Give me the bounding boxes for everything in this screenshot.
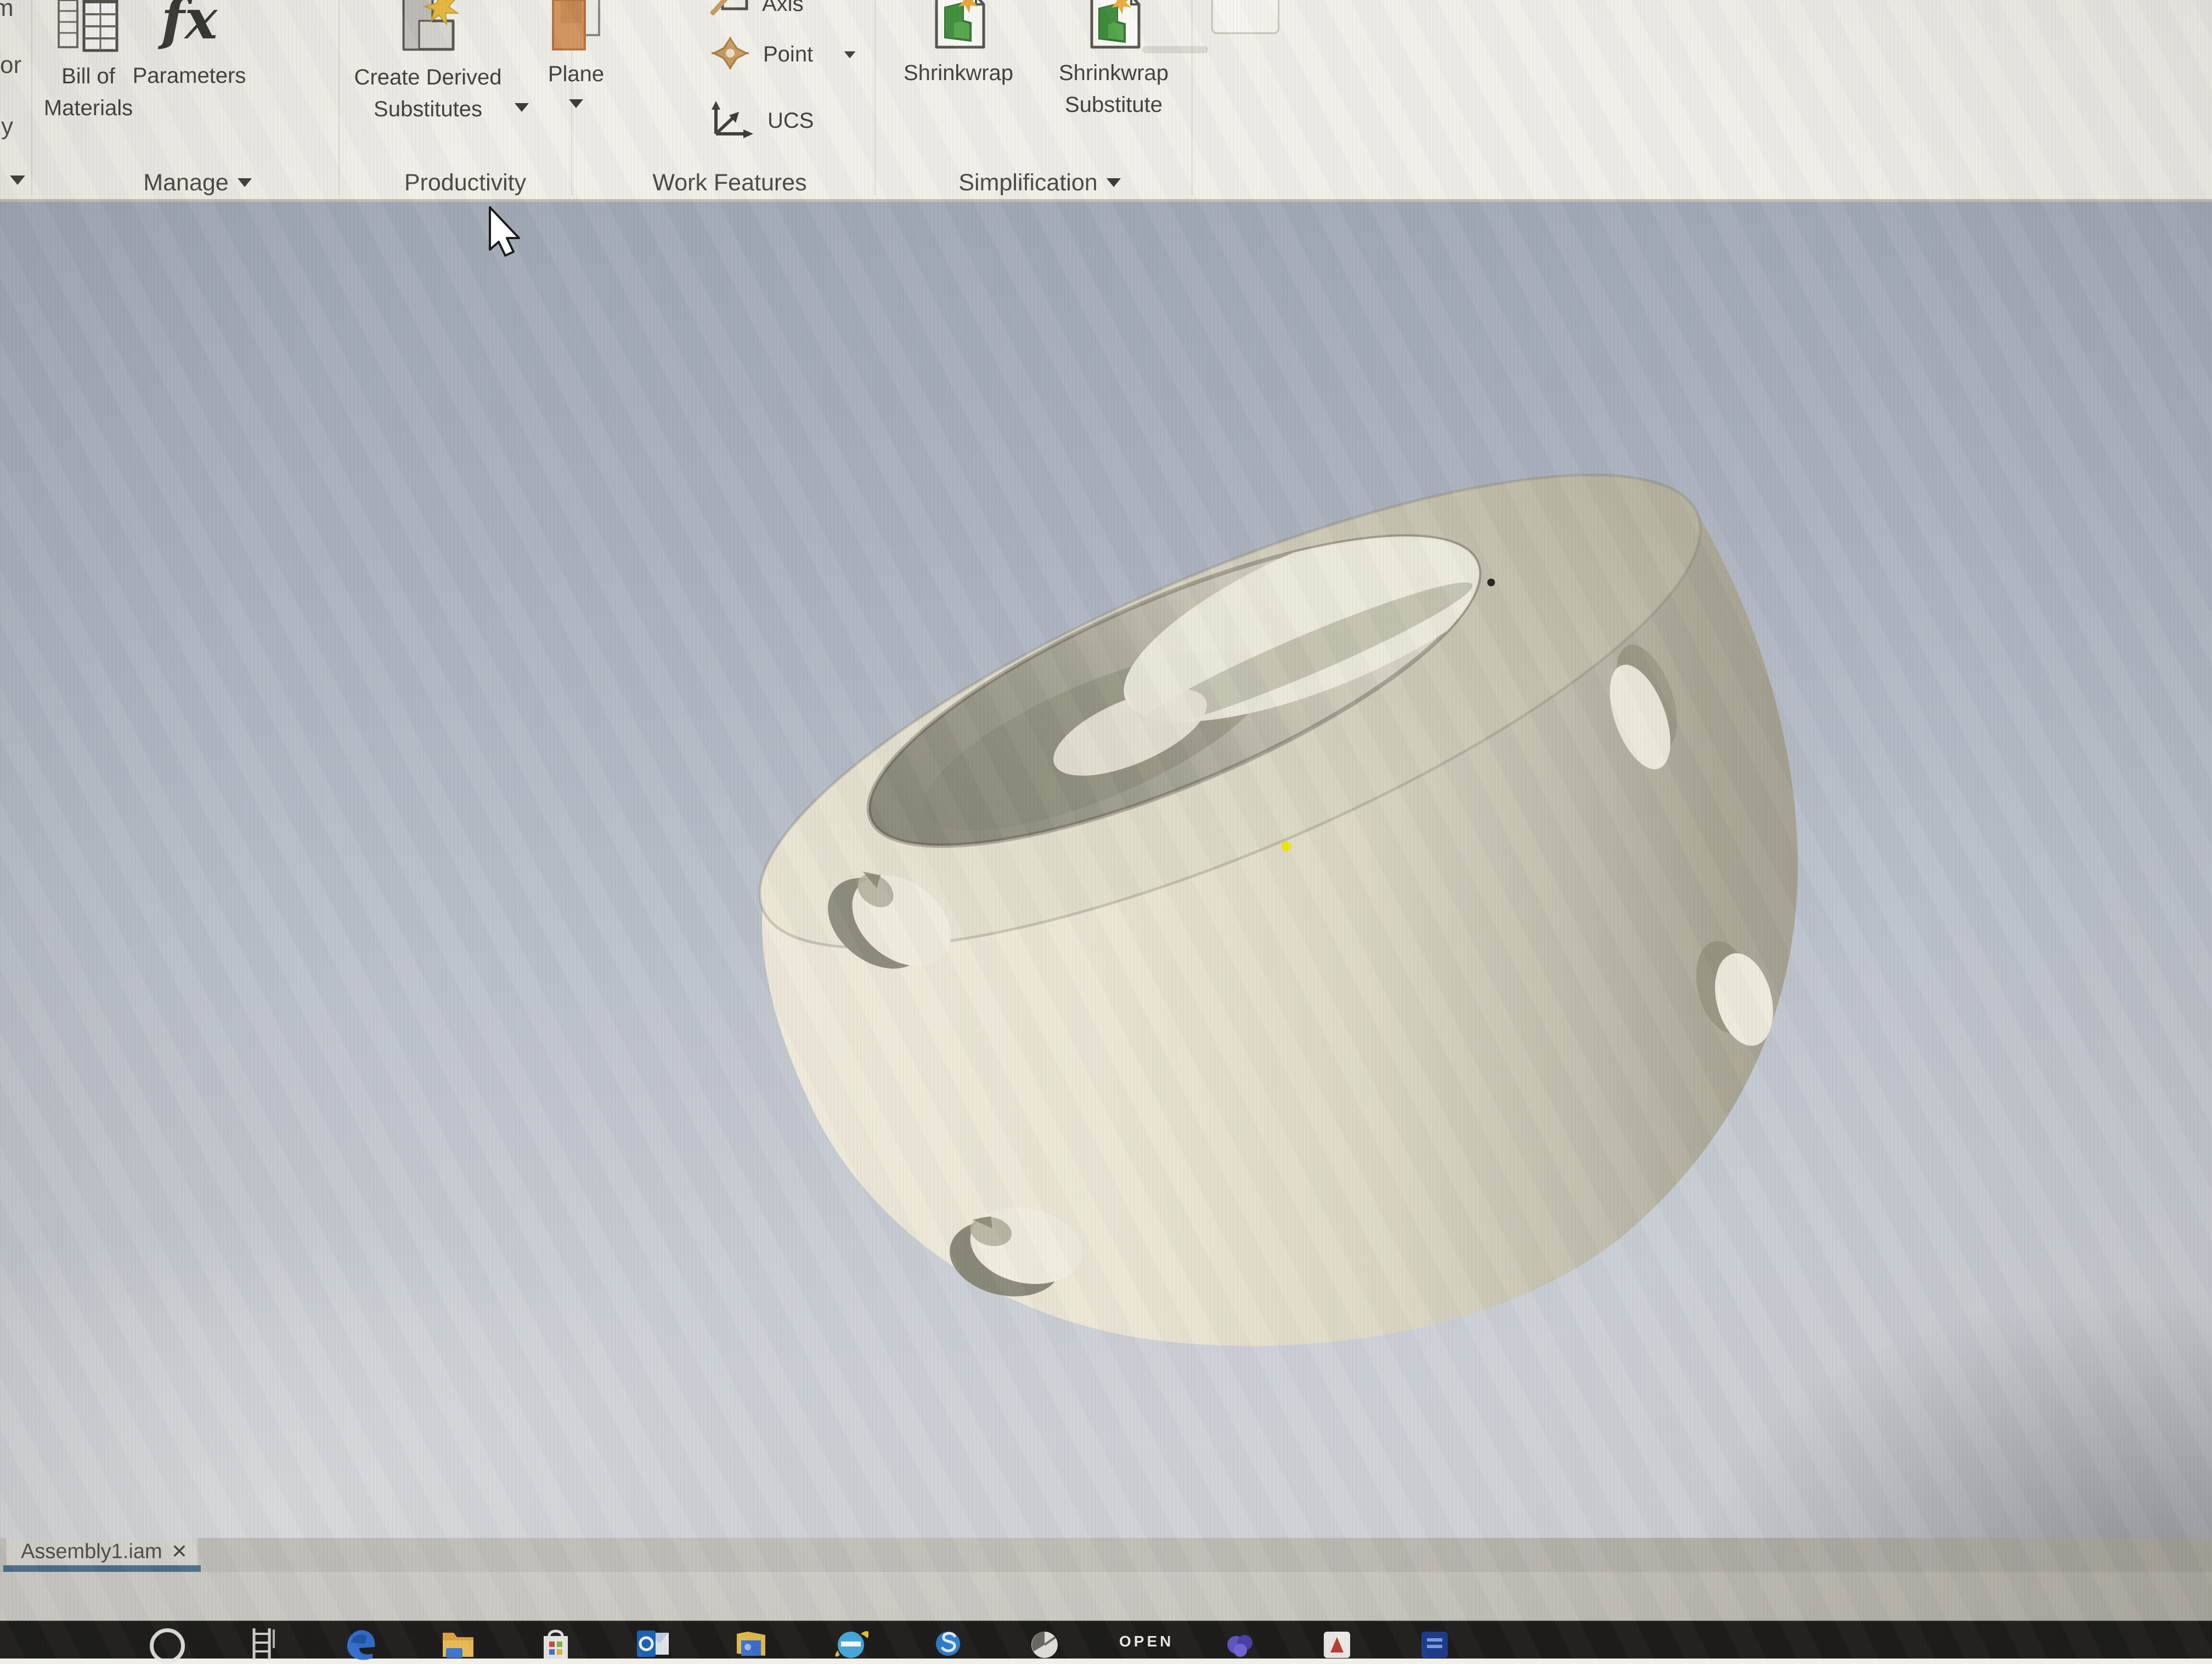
faint-text-smudge [1142,46,1208,53]
button-label: Substitute [1065,87,1163,122]
edge-app-icon[interactable] [343,1626,378,1661]
axis-icon [710,0,749,18]
cylinder-part-render[interactable] [0,201,2212,1538]
dark-blue-app-icon[interactable] [1417,1626,1452,1661]
document-tab-strip: Assembly1.iam ✕ [0,1538,2212,1572]
button-label: Parameters [133,58,246,93]
plane-button[interactable]: Plane [535,0,617,108]
white-red-app-icon[interactable] [1319,1626,1355,1661]
windows-taskbar: OPEN [0,1621,2212,1659]
button-label: UCS [768,109,814,133]
open-app-tile[interactable]: OPEN [1119,1633,1173,1650]
point-button[interactable]: Point [710,36,857,73]
point-dropdown-icon[interactable] [844,51,856,58]
button-label: Shrinkwrap [904,55,1013,90]
fx-icon: fx [161,0,218,49]
outlook-icon[interactable] [636,1626,671,1661]
skype-app-icon[interactable] [930,1626,966,1661]
ucs-button[interactable]: UCS [708,101,814,141]
parameters-button[interactable]: fx Parameters [137,0,241,93]
task-view-icon[interactable] [245,1626,280,1661]
group-label: Productivity [404,169,526,196]
file-explorer-icon[interactable] [441,1626,476,1661]
point-icon [710,36,750,73]
microsoft-store-icon[interactable] [538,1626,573,1661]
shrinkwrap-substitute-icon [1084,0,1143,55]
button-label: Plane [548,56,604,92]
cropped-label-fragment: y [1,113,13,140]
ucs-icon [708,101,754,141]
ribbon-group-work-features: Work Features [636,168,823,197]
shrinkwrap-icon [929,0,988,55]
button-label: Materials [44,90,133,126]
active-tab-underline [3,1565,201,1572]
ribbon-group-productivity: Productivity [391,168,539,197]
chevron-down-icon[interactable] [10,176,25,185]
pie-dial-icon[interactable] [1027,1626,1062,1661]
create-derived-substitutes-button[interactable]: Create Derived Substitutes [351,0,505,127]
button-label: Point [763,42,813,67]
plane-dropdown-icon[interactable] [569,99,583,108]
ribbon-separator [338,0,340,195]
button-label: Bill of [61,59,115,94]
group-label: Simplification [958,169,1097,196]
cylinder-part[interactable] [708,384,1798,1346]
group-label: Manage [143,169,228,196]
ribbon-separator [1192,0,1193,195]
shrinkwrap-button[interactable]: Shrinkwrap [884,0,1032,90]
cropped-ribbon-button[interactable] [1211,0,1279,34]
button-label: Substitutes [374,92,482,127]
tab-close-icon[interactable]: ✕ [171,1540,188,1563]
ribbon-group-simplification[interactable]: Simplification [930,168,1149,197]
purple-app-icon[interactable] [1222,1626,1257,1661]
manage-dropdown-icon[interactable] [238,178,252,187]
button-label: Create Derived [354,60,501,95]
selection-dot [1282,841,1291,851]
ribbon-bottom-border [0,199,2212,202]
create-derived-dropdown-icon[interactable] [515,103,529,112]
simplification-dropdown-icon[interactable] [1107,178,1121,187]
internet-explorer-icon[interactable] [833,1626,868,1661]
derived-substitute-icon [394,0,462,60]
cropped-label-fragment: m [0,0,14,22]
status-strip [0,1572,2212,1621]
ribbon-group-manage[interactable]: Manage [123,168,272,197]
ribbon: m or y Bill of Materials fx Pa [0,0,2212,201]
group-label: Work Features [652,169,806,196]
vertex-dot [1487,579,1495,586]
button-label: Shrinkwrap [1059,55,1169,90]
shrinkwrap-substitute-button[interactable]: Shrinkwrap Substitute [1037,0,1190,122]
ribbon-separator [874,0,876,195]
model-3d-viewport[interactable] [0,201,2212,1538]
axis-button[interactable]: Axis [710,0,804,18]
plane-icon [549,0,603,56]
search-icon[interactable] [148,1626,183,1661]
bill-of-materials-icon [55,0,121,59]
tab-label: Assembly1.iam [21,1540,162,1564]
photos-app-icon[interactable] [733,1626,769,1661]
tab-assembly1[interactable]: Assembly1.iam ✕ [7,1538,198,1565]
button-label: Axis [762,0,804,16]
cropped-label-fragment: or [0,52,21,79]
